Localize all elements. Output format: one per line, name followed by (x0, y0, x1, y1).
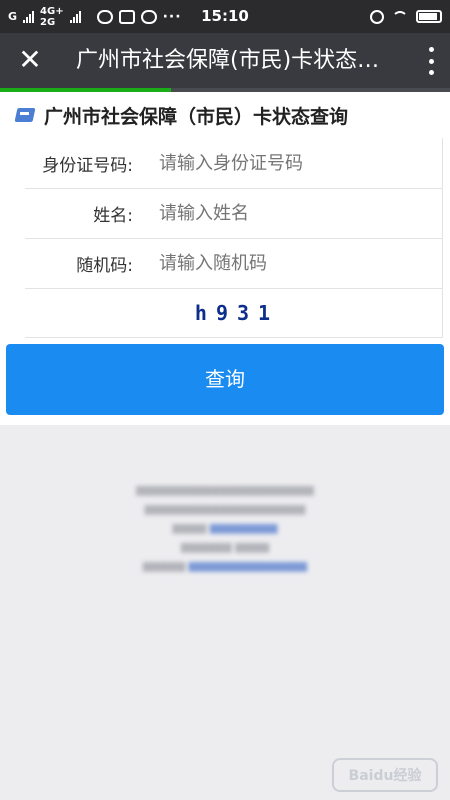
captcha-image[interactable]: h931 (189, 301, 279, 325)
close-icon[interactable]: ✕ (12, 43, 48, 79)
status-right (370, 0, 442, 33)
query-button[interactable]: 查询 (6, 344, 444, 415)
panel-heading: 广州市社会保障（市民）卡状态查询 (0, 92, 450, 138)
more-menu-icon[interactable] (426, 47, 436, 75)
battery-icon (416, 10, 442, 23)
query-panel: 广州市社会保障（市民）卡状态查询 身份证号码: 姓名: 随机码: h931 查询 (0, 92, 450, 425)
wifi-icon (392, 10, 408, 23)
name-label: 姓名: (93, 206, 133, 226)
captcha-image-row: h931 (25, 288, 443, 338)
heading-text: 广州市社会保障（市民）卡状态查询 (44, 105, 349, 128)
id-number-row: 身份证号码: (25, 138, 443, 188)
captcha-label: 随机码: (76, 256, 133, 276)
query-form: 身份证号码: 姓名: 随机码: h931 (25, 138, 443, 338)
form-divider (442, 138, 443, 338)
social-security-card-icon (14, 104, 38, 126)
id-number-label: 身份证号码: (42, 155, 133, 176)
app-header: ✕ 广州市社会保障(市民)卡状态查询 (0, 33, 450, 88)
name-row: 姓名: (25, 188, 443, 238)
captcha-input-row: 随机码: (25, 238, 443, 288)
name-input[interactable] (159, 203, 419, 224)
captcha-input[interactable] (159, 253, 419, 274)
page-title: 广州市社会保障(市民)卡状态查询 (76, 48, 396, 73)
blurred-footer-info: ▆▆▆▆▆▆▆▆▆▆▆▆▆▆▆▆▆▆▆▆▆ ▆▆▆▆▆▆▆▆▆▆▆▆▆▆▆▆▆▆… (136, 483, 314, 572)
id-number-input[interactable] (159, 152, 419, 174)
watermark-logo: Baidu经验 (332, 758, 438, 792)
status-bar: G 4G+ 2G ··· 15:10 (0, 0, 450, 33)
alarm-icon (370, 9, 384, 24)
